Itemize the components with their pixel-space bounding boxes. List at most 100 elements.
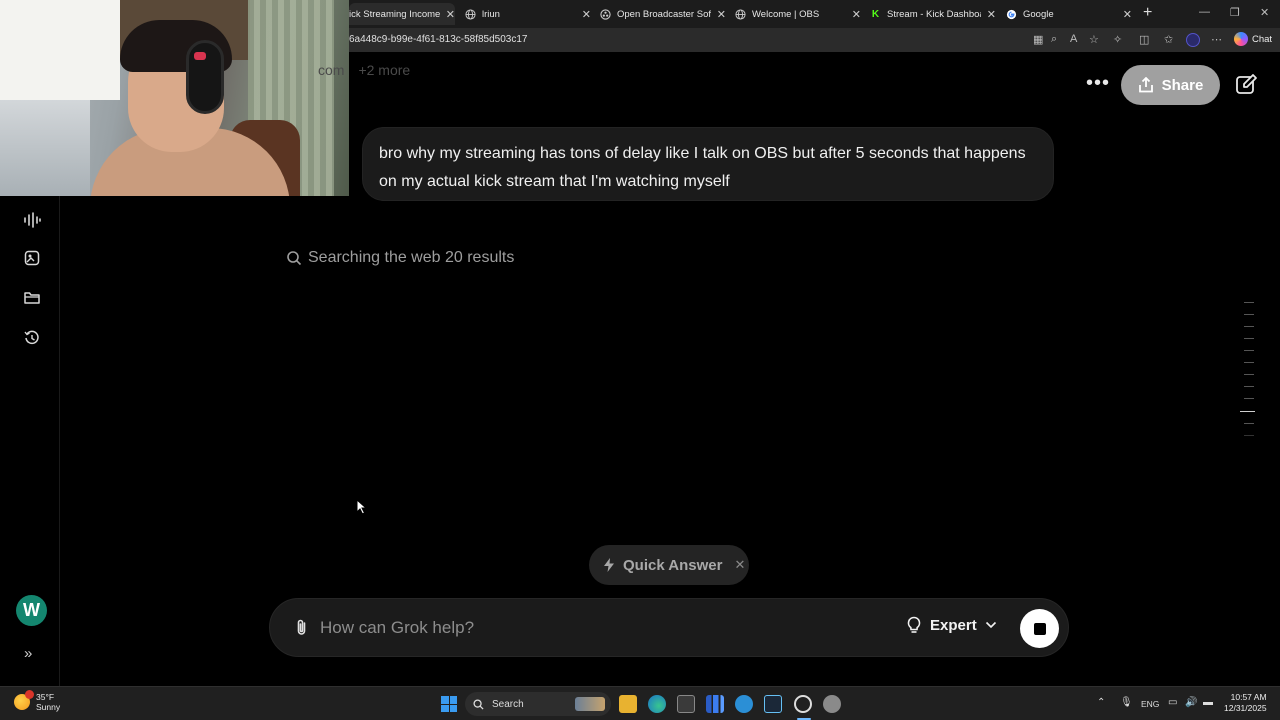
clock-date: 12/31/2025 [1224,703,1267,713]
network-icon[interactable]: ▭ [1168,697,1177,708]
tab-google[interactable]: Google ✕ [1006,3,1132,25]
maximize-button[interactable]: ❐ [1230,6,1240,19]
chart-app-icon[interactable] [706,695,724,713]
app-icon[interactable]: ▦ [1033,33,1043,46]
webcam-overlay [0,0,349,196]
stop-generation-button[interactable] [1020,609,1059,648]
close-icon[interactable]: ✕ [987,8,996,21]
language-indicator[interactable]: ENG [1141,699,1159,709]
close-icon[interactable]: ✕ [1123,8,1132,21]
tab-kick-dashboard[interactable]: K Stream - Kick Dashboard ✕ [870,3,996,25]
url-text[interactable]: 6a448c9-b99e-4f61-813c-58f85d503c17 [349,34,527,45]
tab-obs-software[interactable]: Open Broadcaster Software ✕ [600,3,726,25]
profile-icon[interactable] [1186,33,1200,47]
tray-overflow-icon[interactable]: ⌃ [1097,697,1105,708]
chat-label: Chat [1252,33,1273,45]
minimize-button[interactable]: — [1199,6,1210,18]
obs-taskbar-icon[interactable] [794,695,812,713]
volume-icon[interactable]: 🔊 [1185,697,1197,708]
projects-button[interactable] [20,286,44,310]
history-button[interactable] [20,326,44,350]
sources-row[interactable]: com +2 more [318,62,410,78]
expand-sidebar-icon[interactable]: » [24,645,32,662]
lightbulb-icon [907,616,921,633]
tab-kick-streaming-income[interactable]: ick Streaming Income: Foll ✕ [349,3,455,25]
stop-icon [1033,622,1046,635]
weather-widget[interactable]: 35°F Sunny [14,690,61,712]
tab-welcome-obs[interactable]: Welcome | OBS ✕ [735,3,861,25]
imagine-button[interactable] [20,246,44,270]
taskbar-search[interactable]: Search [465,692,611,716]
more-menu-icon[interactable]: ⋯ [1211,33,1222,46]
voice-mode-button[interactable] [20,208,44,232]
more-options-button[interactable]: ••• [1086,72,1110,95]
image-edit-icon [24,250,40,266]
webcam-headset [186,40,224,114]
share-label: Share [1161,76,1204,94]
prompt-input[interactable] [320,616,840,640]
webcam-headset-accent [194,52,206,60]
weather-desc: Sunny [36,702,61,712]
windows-start-icon[interactable] [441,696,457,712]
search-status[interactable]: Searching the web 20 results [286,249,514,267]
edge-browser-icon[interactable] [648,695,666,713]
mode-label: Expert [930,616,977,634]
favorite-star-icon[interactable]: ☆ [1089,33,1099,46]
copilot-icon [1234,32,1248,46]
paperclip-icon[interactable] [292,618,312,638]
favorites-icon[interactable]: ✩ [1164,33,1173,46]
new-tab-button[interactable]: + [1143,4,1152,22]
copilot-chat-button[interactable]: Chat [1234,32,1272,46]
mouse-cursor-icon [356,499,368,515]
store-icon[interactable] [677,695,695,713]
system-clock[interactable]: 10:57 AM 12/31/2025 [1224,692,1267,714]
tab-label: Open Broadcaster Software [617,8,711,20]
close-icon[interactable]: ✕ [734,557,745,573]
close-icon[interactable]: ✕ [852,8,861,21]
avatar[interactable]: W [16,595,47,626]
user-message-bubble: bro why my streaming has tons of delay l… [362,127,1054,201]
taskbar-search-label: Search [492,698,524,710]
close-icon[interactable]: ✕ [582,8,591,21]
close-icon[interactable]: ✕ [717,8,726,21]
share-button[interactable]: Share [1121,65,1220,105]
globe-icon [735,8,746,20]
network-app-icon[interactable] [735,695,753,713]
zoom-icon[interactable]: ⌕ [1051,33,1057,46]
lightning-icon [604,558,614,572]
steam-icon[interactable] [764,695,782,713]
globe-icon [465,8,476,20]
sources-more: +2 more [358,62,411,78]
sunny-weather-icon [14,690,34,710]
close-window-button[interactable]: ✕ [1260,6,1269,19]
weather-temp: 35°F [36,692,55,702]
google-icon [1006,9,1017,20]
folder-icon [24,292,40,304]
microphone-icon[interactable]: 🎙 [1120,697,1133,708]
tab-lriun[interactable]: lriun ✕ [465,3,591,25]
search-status-label: Searching the web 20 results [308,249,515,266]
quick-answer-chip[interactable]: Quick Answer ✕ [589,545,749,585]
split-screen-icon[interactable]: ◫ [1139,33,1149,46]
history-icon [24,330,39,345]
battery-icon[interactable]: ▬ [1203,697,1213,708]
file-explorer-icon[interactable] [619,695,637,713]
windows-taskbar: 35°F Sunny Search ⌃ 🎙 ENG ▭ 🔊 ▬ 10:57 AM… [0,686,1280,720]
mode-selector[interactable]: Expert [906,616,997,634]
webcam-clothes-rack [0,100,90,196]
settings-gear-icon[interactable] [823,695,841,713]
new-chat-button[interactable] [1233,72,1259,98]
extensions-icon[interactable]: ✧ [1113,33,1122,46]
read-aloud-icon[interactable]: A [1070,33,1077,45]
chevron-down-icon [985,621,996,629]
tab-label: Google [1023,8,1054,20]
quick-answer-label: Quick Answer [623,556,723,574]
kick-logo-icon: K [871,8,880,20]
edit-pencil-icon [1236,74,1257,94]
obs-icon [600,8,611,20]
composer: Expert [269,598,1069,657]
voice-wave-icon [24,212,41,228]
close-icon[interactable]: ✕ [446,8,455,21]
share-icon [1138,77,1153,93]
clock-time: 10:57 AM [1230,692,1267,702]
